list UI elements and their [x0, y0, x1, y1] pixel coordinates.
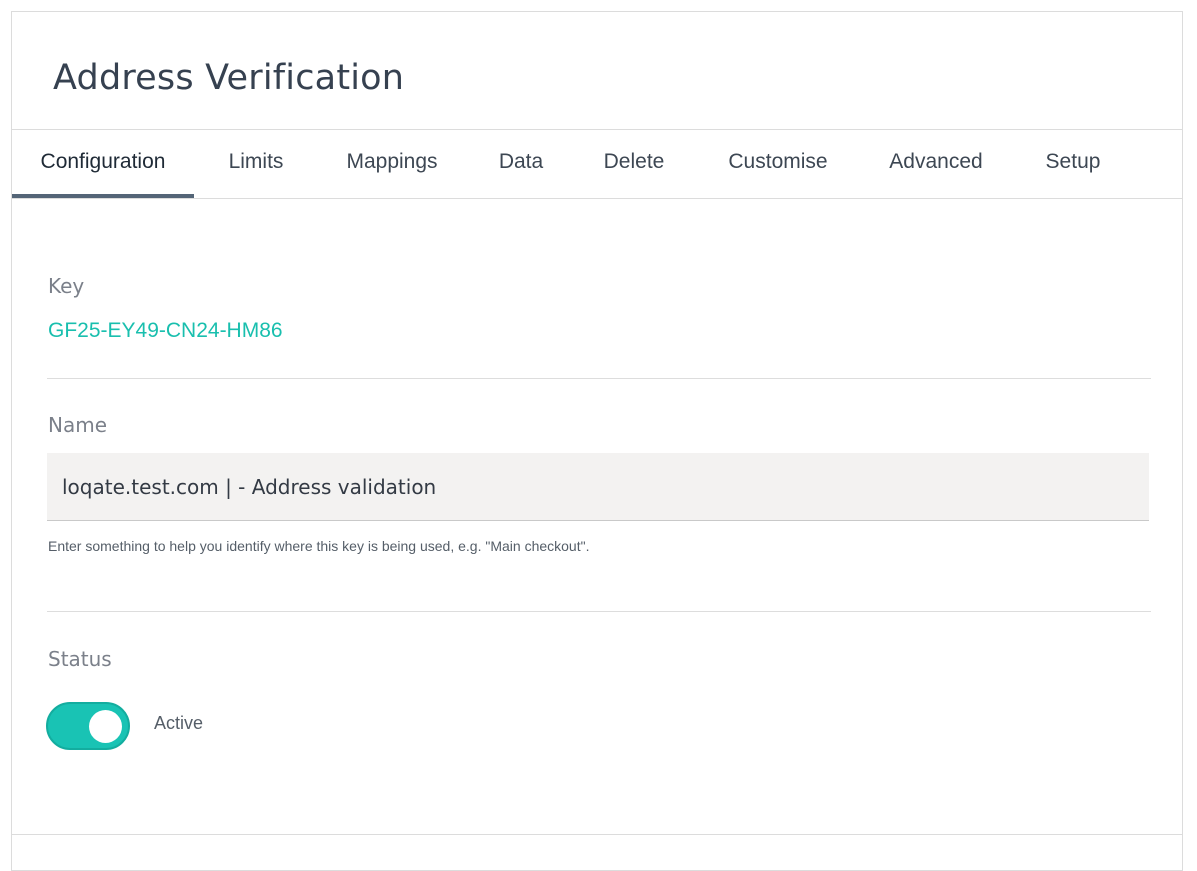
status-toggle-label: Active — [154, 713, 204, 733]
settings-panel: Address Verification Configuration Limit… — [11, 11, 1183, 871]
page-title: Address Verification — [53, 58, 405, 98]
tab-setup[interactable]: Setup — [1036, 130, 1110, 198]
status-toggle[interactable] — [46, 702, 130, 750]
name-input[interactable] — [47, 453, 1149, 521]
divider — [47, 611, 1151, 612]
tab-delete[interactable]: Delete — [596, 130, 672, 198]
tab-customise[interactable]: Customise — [716, 130, 840, 198]
tab-configuration[interactable]: Configuration — [12, 130, 194, 198]
name-label: Name — [48, 413, 108, 437]
status-label: Status — [48, 647, 112, 671]
key-label: Key — [48, 274, 85, 298]
tab-data[interactable]: Data — [490, 130, 552, 198]
key-value: GF25-EY49-CN24-HM86 — [48, 319, 283, 342]
divider — [12, 834, 1182, 835]
name-helper-text: Enter something to help you identify whe… — [48, 538, 590, 554]
tab-advanced[interactable]: Advanced — [880, 130, 992, 198]
toggle-knob — [89, 710, 122, 743]
tab-mappings[interactable]: Mappings — [334, 130, 450, 198]
divider — [47, 378, 1151, 379]
tab-limits[interactable]: Limits — [220, 130, 292, 198]
tab-bar: Configuration Limits Mappings Data Delet… — [12, 129, 1182, 199]
